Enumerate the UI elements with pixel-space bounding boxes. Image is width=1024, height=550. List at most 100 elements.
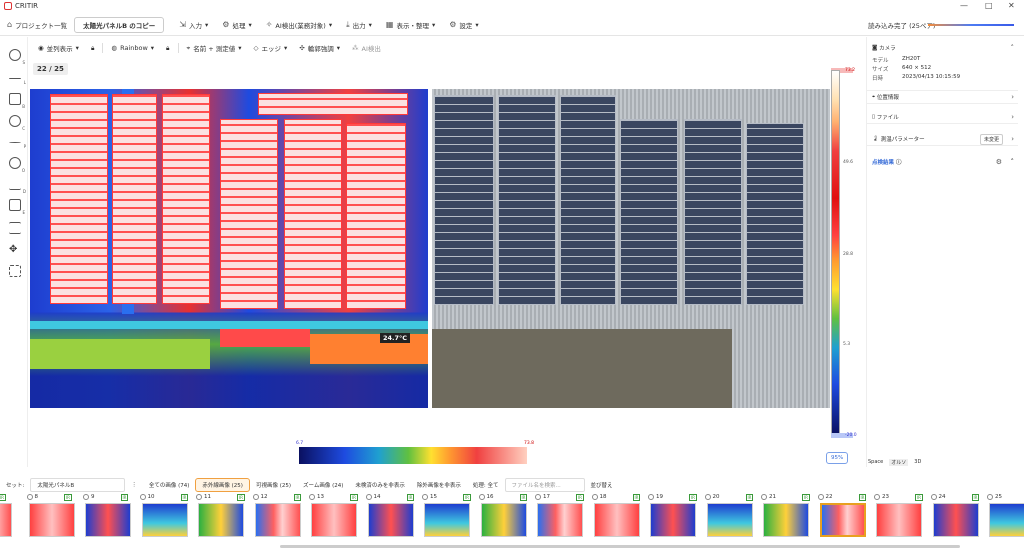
lock-palette-button[interactable]: 🔒︎ xyxy=(160,41,175,55)
label-mode-dropdown[interactable]: ⌖ 名前 + 測定値 ▾ xyxy=(181,41,248,55)
thumbnail-item[interactable]: 19 IR xyxy=(648,493,702,539)
histogram-range-slider[interactable] xyxy=(299,447,527,464)
checkbox-icon[interactable] xyxy=(365,494,372,500)
position-section[interactable]: ⌖ 位置情報 › xyxy=(866,90,1018,104)
checkbox-icon[interactable] xyxy=(930,494,937,500)
params-label: 測温パラメーター xyxy=(880,136,925,143)
filter-zoom-button[interactable]: ズーム画像 (24) xyxy=(297,479,349,491)
edit-tool-icon[interactable]: E xyxy=(9,199,25,215)
zoom-level[interactable]: 95% xyxy=(826,452,849,464)
palette-dropdown[interactable]: ◍ Rainbow ▾ xyxy=(105,41,160,55)
hide-unchecked-button[interactable]: 未検済のみを非表示 xyxy=(349,479,411,491)
help-icon[interactable]: ⓘ xyxy=(896,158,902,166)
thumbnail-item[interactable]: 14 IR xyxy=(365,493,420,539)
thumbnail-item[interactable]: 20 IR xyxy=(704,493,759,539)
thumbnail-item[interactable]: 13 IR xyxy=(309,493,363,539)
point-tool-icon[interactable]: P xyxy=(9,142,26,149)
sort-dropdown[interactable]: 並び替え xyxy=(585,479,619,491)
thumbnail-scrollbar[interactable] xyxy=(280,545,960,548)
checkbox-icon[interactable] xyxy=(535,494,541,500)
checkbox-icon[interactable] xyxy=(874,494,880,500)
file-search-input[interactable]: ファイル名を検索... xyxy=(504,477,585,492)
tab-space[interactable]: Space xyxy=(868,459,883,466)
filter-visible-button[interactable]: 可視画像 (25) xyxy=(250,479,297,491)
file-label: ファイル xyxy=(876,114,899,121)
camera-section-header[interactable]: ◙ カメラ ˄ xyxy=(866,41,1018,55)
select-tool-icon[interactable]: S xyxy=(9,49,25,65)
thermal-image[interactable] xyxy=(30,89,428,408)
tab-3d[interactable]: 3D xyxy=(914,459,921,466)
thumbnail-item[interactable]: 24 IR xyxy=(930,493,985,539)
ai-detect-button[interactable]: ⁂ AI検出 xyxy=(346,41,387,55)
checkbox-icon[interactable] xyxy=(704,494,711,500)
temperature-scale[interactable] xyxy=(831,70,840,436)
thumbnail-item[interactable]: 25IR xyxy=(987,493,1024,539)
thumbnail-caption: 21 IR xyxy=(761,493,810,501)
sliders-icon[interactable] xyxy=(9,222,21,234)
parallel-view-dropdown[interactable]: ◉ 並列表示 ▾ xyxy=(32,41,85,55)
polygon-tool-icon[interactable]: O xyxy=(9,157,25,173)
ellipse-tool-icon[interactable]: C xyxy=(9,115,25,131)
menu-output[interactable]: ⤓ 出力 ▾ xyxy=(339,16,379,34)
fit-view-icon[interactable] xyxy=(9,265,21,277)
visible-image[interactable] xyxy=(432,89,830,408)
gear-icon[interactable]: ⚙ xyxy=(996,158,1002,166)
thumbnail-item[interactable]: 23 IR xyxy=(874,493,928,539)
thumbnail-item[interactable]: 10 IR xyxy=(139,493,194,539)
checkbox-icon[interactable] xyxy=(761,494,767,500)
rect-tool-icon[interactable]: B xyxy=(9,93,25,109)
move-icon[interactable]: ✥ xyxy=(9,245,21,257)
lock-view-button[interactable]: 🔒︎ xyxy=(85,41,100,55)
thumbnail-item[interactable]: IR xyxy=(0,493,18,539)
process-filter-dropdown[interactable]: 処理: 全て xyxy=(467,479,505,491)
checkbox-icon[interactable] xyxy=(83,494,89,500)
menu-settings[interactable]: ⚙ 設定 ▾ xyxy=(442,16,485,34)
tab-ortho[interactable]: オルソ xyxy=(889,459,909,466)
checkbox-icon[interactable] xyxy=(987,494,993,500)
image-counter: 22 / 25 xyxy=(33,63,68,75)
thumbnail-item[interactable]: 12 IR xyxy=(252,493,307,539)
contour-dropdown[interactable]: ✣ 輪郭強調 ▾ xyxy=(293,41,346,55)
project-list-button[interactable]: ⌂ プロジェクト一覧 xyxy=(0,16,74,34)
thumbnail-item[interactable]: 22 IR xyxy=(817,493,872,539)
scale-min[interactable]: -20.0 xyxy=(831,433,857,438)
menu-ai[interactable]: ✧ AI検出(業務対象) ▾ xyxy=(259,16,339,34)
file-section[interactable]: ▯ ファイル › xyxy=(866,110,1018,124)
checkbox-icon[interactable] xyxy=(139,494,146,500)
menu-view[interactable]: ▦ 表示・整理 ▾ xyxy=(379,16,442,34)
checkbox-icon[interactable] xyxy=(478,494,485,500)
checkbox-icon[interactable] xyxy=(817,494,824,500)
line-tool-icon[interactable]: L xyxy=(9,78,26,85)
thumbnail-item[interactable]: 17 IR xyxy=(535,493,589,539)
checkbox-icon[interactable] xyxy=(648,494,654,500)
results-section[interactable]: 点検結果 ⓘ ⚙ ˄ xyxy=(866,155,1018,169)
thumbnail-item[interactable]: 11 IR xyxy=(196,493,250,539)
thumbnail-item[interactable]: 21 IR xyxy=(761,493,815,539)
edge-dropdown[interactable]: ◇ エッジ ▾ xyxy=(248,41,294,55)
filter-ir-button[interactable]: 赤外線画像 (25) xyxy=(195,477,250,492)
thumbnail-item[interactable]: 15 IR xyxy=(422,493,476,539)
menu-input[interactable]: ⇲ 入力 ▾ xyxy=(172,16,215,34)
checkbox-icon[interactable] xyxy=(196,494,202,500)
thumbnail-caption: 8 IR xyxy=(26,493,72,501)
more-icon[interactable]: ⋮ xyxy=(125,480,143,490)
project-tab[interactable]: 太陽光パネルB のコピー xyxy=(74,16,165,33)
checkbox-icon[interactable] xyxy=(252,494,259,500)
thumbnail-item[interactable]: 9 IR xyxy=(83,493,137,539)
thumbnail-item[interactable]: 18 IR xyxy=(591,493,646,539)
set-select[interactable]: 太陽光パネルB xyxy=(30,477,126,492)
minimize-icon[interactable]: — xyxy=(960,0,968,12)
hide-excluded-button[interactable]: 除外画像を非表示 xyxy=(411,479,467,491)
filter-all-button[interactable]: 全ての画像 (74) xyxy=(143,479,196,491)
checkbox-icon[interactable] xyxy=(422,494,428,500)
checkbox-icon[interactable] xyxy=(26,494,33,500)
checkbox-icon[interactable] xyxy=(591,494,598,500)
thumbnail-item[interactable]: 16 IR xyxy=(478,493,533,539)
menu-process[interactable]: ⚙ 処理 ▾ xyxy=(215,16,258,34)
checkbox-icon[interactable] xyxy=(309,494,315,500)
pen-tool-icon[interactable]: D xyxy=(9,178,26,194)
ai-detect-label: AI検出 xyxy=(361,45,381,53)
thumbnail-item[interactable]: 8 IR xyxy=(26,493,81,539)
maximize-icon[interactable]: □ xyxy=(985,0,993,12)
close-icon[interactable]: ✕ xyxy=(1008,0,1015,12)
